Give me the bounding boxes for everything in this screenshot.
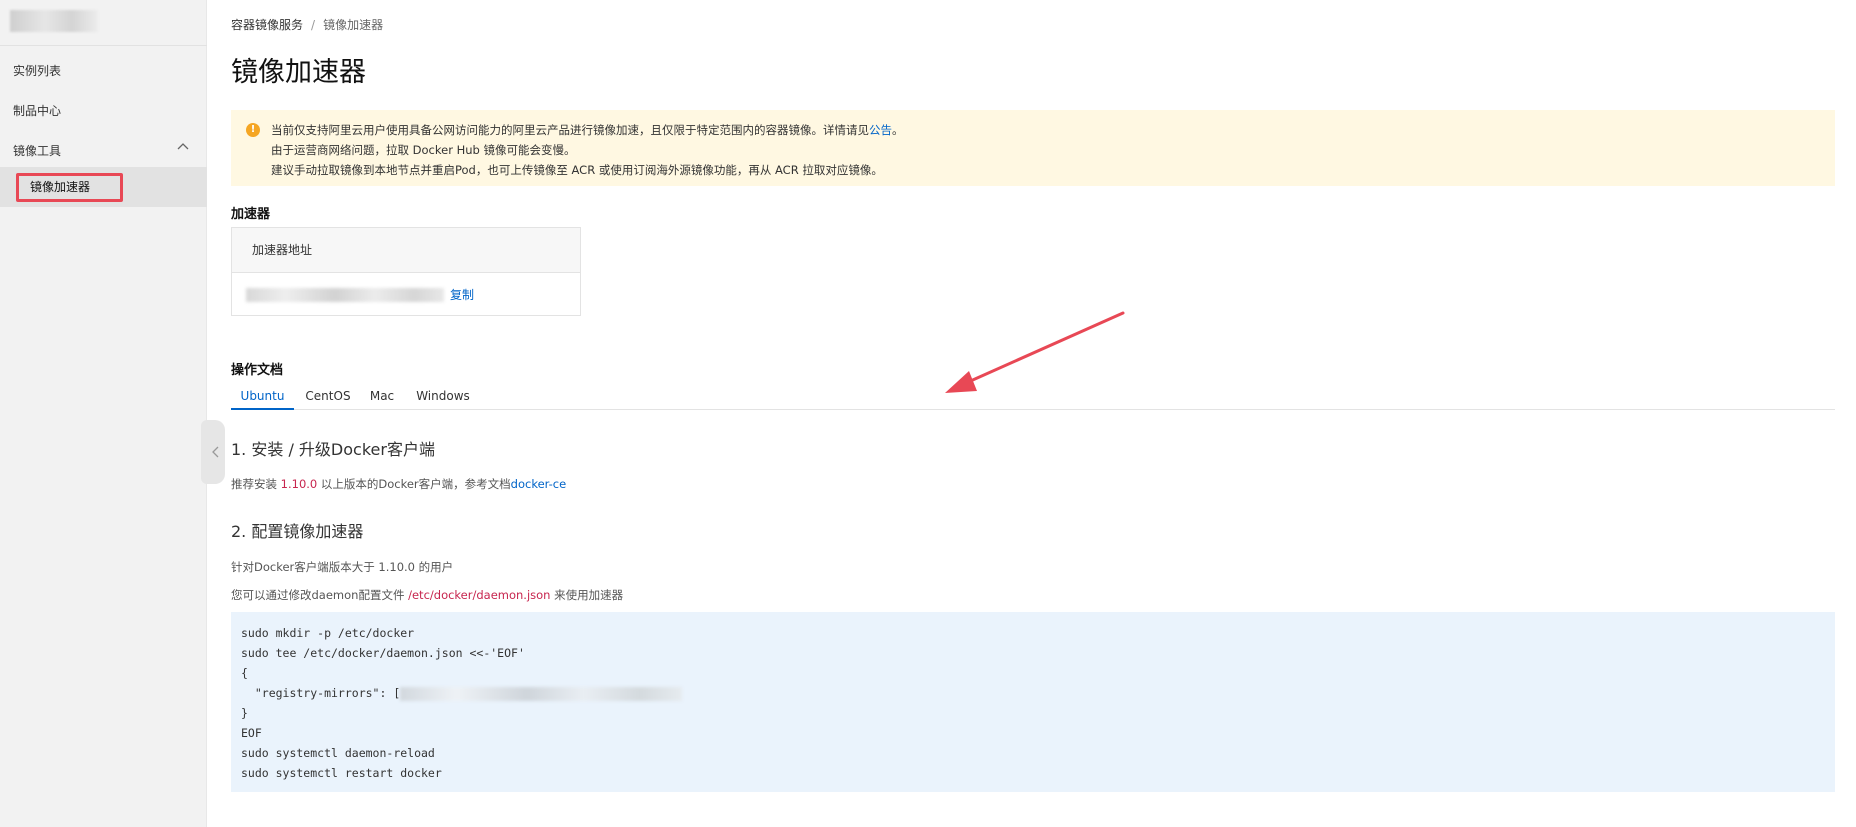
sidebar-item-artifact-center[interactable]: 制品中心: [13, 102, 61, 119]
sidebar-item-image-accelerator[interactable]: 镜像加速器: [16, 173, 123, 202]
text: 您可以通过修改daemon配置文件: [231, 588, 409, 602]
docker-ce-link[interactable]: docker-ce: [511, 477, 567, 491]
tab-windows[interactable]: Windows: [416, 384, 470, 410]
step1-title: 1. 安装 / 升级Docker客户端: [231, 440, 435, 459]
code-block[interactable]: sudo mkdir -p /etc/docker sudo tee /etc/…: [231, 612, 1835, 792]
copy-button[interactable]: 复制: [450, 286, 474, 303]
tab-mac[interactable]: Mac: [368, 384, 396, 410]
version-highlight: 1.10.0: [280, 477, 318, 491]
config-path: /etc/docker/daemon.json: [408, 588, 551, 602]
accelerator-section-title: 加速器: [231, 207, 271, 222]
accelerator-address-redacted: [246, 287, 444, 302]
notice-line-2: 由于运营商网络问题，拉取 Docker Hub 镜像可能会变慢。: [271, 143, 576, 157]
code-line: }: [241, 706, 248, 720]
text: 推荐安装: [231, 477, 281, 491]
text: 来使用加速器: [550, 588, 624, 602]
divider: [0, 45, 207, 46]
notice-text: 当前仅支持阿里云用户使用具备公网访问能力的阿里云产品进行镜像加速，且仅限于特定范…: [271, 123, 869, 137]
step1-paragraph: 推荐安装 1.10.0 以上版本的Docker客户端，参考文档docker-ce: [231, 476, 566, 492]
docs-section-title: 操作文档: [231, 363, 284, 378]
code-line: sudo tee /etc/docker/daemon.json <<-'EOF…: [241, 646, 525, 660]
code-text: "registry-mirrors": [: [241, 686, 401, 700]
chevron-left-icon: [212, 446, 219, 458]
code-line: sudo mkdir -p /etc/docker: [241, 626, 415, 640]
code-line: sudo systemctl daemon-reload: [241, 746, 435, 760]
sidebar: 实例列表 制品中心 镜像工具 镜像加速器: [0, 0, 207, 827]
annotation-arrow-icon: [945, 311, 1125, 393]
breadcrumb: 容器镜像服务 / 镜像加速器: [231, 16, 383, 33]
sidebar-item-image-tools[interactable]: 镜像工具: [13, 142, 61, 159]
accelerator-row: 复制: [232, 273, 580, 316]
announcement-link[interactable]: 公告: [869, 123, 892, 137]
step2-paragraph-2: 您可以通过修改daemon配置文件 /etc/docker/daemon.jso…: [231, 587, 623, 603]
text: 以上版本的Docker客户端，参考文档: [317, 477, 511, 491]
sidebar-collapse-handle[interactable]: [201, 420, 225, 484]
code-line-mirrors: "registry-mirrors": [: [241, 683, 1825, 703]
step2-paragraph-1: 针对Docker客户端版本大于 1.10.0 的用户: [231, 560, 454, 574]
chevron-up-icon[interactable]: [176, 139, 190, 153]
code-line: EOF: [241, 726, 262, 740]
breadcrumb-parent[interactable]: 容器镜像服务: [231, 18, 303, 32]
tab-ubuntu[interactable]: Ubuntu: [231, 384, 294, 410]
breadcrumb-separator: /: [311, 18, 316, 32]
accelerator-column-header: 加速器地址: [232, 228, 580, 273]
notice-text: 。: [892, 123, 904, 137]
notice-line-3: 建议手动拉取镜像到本地节点并重启Pod，也可上传镜像至 ACR 或使用订阅海外源…: [271, 163, 883, 177]
notice-line-1: 当前仅支持阿里云用户使用具备公网访问能力的阿里云产品进行镜像加速，且仅限于特定范…: [271, 120, 1835, 140]
mirror-url-redacted: [400, 686, 683, 701]
notice-banner: ! 当前仅支持阿里云用户使用具备公网访问能力的阿里云产品进行镜像加速，且仅限于特…: [231, 110, 1835, 186]
logo: [10, 10, 98, 32]
page-title: 镜像加速器: [231, 57, 366, 88]
step2-title: 2. 配置镜像加速器: [231, 522, 364, 541]
accelerator-table: 加速器地址 复制: [231, 227, 581, 316]
tab-centos[interactable]: CentOS: [301, 384, 355, 410]
code-line: {: [241, 666, 248, 680]
sidebar-item-instance-list[interactable]: 实例列表: [13, 62, 61, 79]
warning-icon: !: [246, 123, 260, 137]
code-line: sudo systemctl restart docker: [241, 766, 442, 780]
breadcrumb-current: 镜像加速器: [323, 18, 384, 32]
